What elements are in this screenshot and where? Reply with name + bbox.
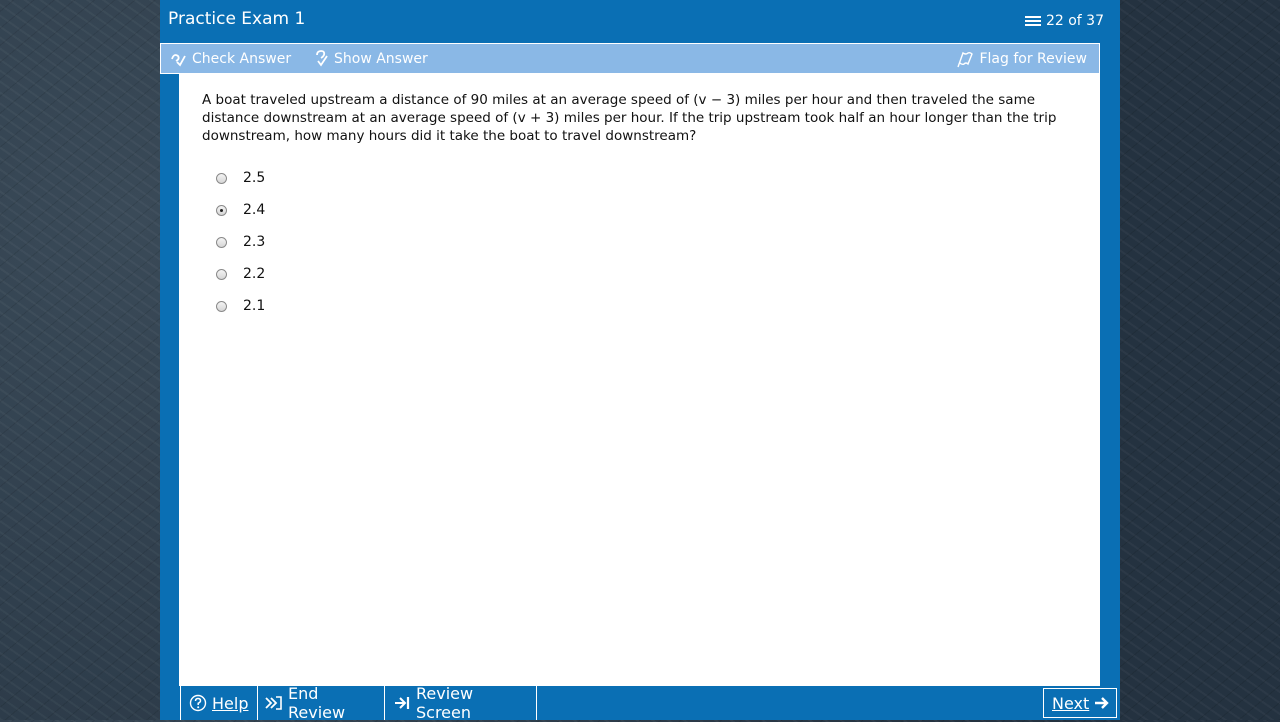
show-answer-label: Show Answer — [334, 50, 428, 67]
answer-option[interactable]: 2.1 — [216, 290, 265, 322]
end-review-button[interactable]: End Review — [257, 684, 385, 722]
end-review-label: End Review — [288, 684, 346, 722]
radio-button[interactable] — [216, 204, 227, 216]
end-review-icon — [265, 695, 283, 711]
radio-button[interactable] — [216, 268, 227, 280]
toolbar: Check Answer Show Answer Flag for Review — [160, 43, 1100, 74]
flag-for-review-button[interactable]: Flag for Review — [956, 44, 1087, 73]
next-label: Next — [1052, 693, 1090, 713]
bottom-bar: Help End Review Review Screen Next — [160, 684, 1120, 722]
question-counter: 22 of 37 — [1024, 13, 1104, 29]
flag-icon — [956, 50, 974, 68]
show-answer-icon — [313, 49, 329, 68]
review-screen-label: Review Screen — [416, 684, 474, 722]
answer-option[interactable]: 2.2 — [216, 258, 265, 290]
next-button[interactable]: Next — [1043, 688, 1117, 718]
review-screen-icon — [393, 695, 411, 711]
question-text: A boat traveled upstream a distance of 9… — [202, 92, 1057, 144]
radio-button[interactable] — [216, 172, 227, 184]
option-label: 2.1 — [243, 298, 266, 314]
answer-option[interactable]: 2.5 — [216, 162, 265, 194]
exam-title: Practice Exam 1 — [168, 9, 306, 29]
title-bar: Practice Exam 1 22 of 37 — [160, 0, 1120, 42]
option-label: 2.4 — [243, 202, 266, 218]
counter-text: 22 of 37 — [1045, 13, 1104, 29]
check-answer-icon — [169, 50, 187, 68]
answer-option[interactable]: 2.3 — [216, 226, 265, 258]
option-label: 2.2 — [243, 266, 266, 282]
help-label: Help — [212, 693, 249, 713]
answer-options: 2.5 2.4 2.3 2.2 2.1 — [216, 162, 265, 322]
arrow-right-icon — [1094, 695, 1110, 711]
list-icon — [1024, 15, 1042, 27]
check-answer-button[interactable]: Check Answer — [169, 44, 291, 73]
check-answer-label: Check Answer — [192, 50, 292, 67]
option-label: 2.5 — [243, 170, 266, 186]
radio-button[interactable] — [216, 300, 227, 312]
question-panel: A boat traveled upstream a distance of 9… — [179, 74, 1100, 686]
show-answer-button[interactable]: Show Answer — [313, 44, 428, 73]
option-label: 2.3 — [243, 234, 266, 250]
review-screen-button[interactable]: Review Screen — [385, 684, 537, 722]
flag-for-review-label: Flag for Review — [979, 50, 1087, 67]
answer-option[interactable]: 2.4 — [216, 194, 265, 226]
help-button[interactable]: Help — [180, 686, 258, 720]
exam-window: Practice Exam 1 22 of 37 Check Answer Sh… — [160, 0, 1120, 722]
help-circle-icon — [189, 694, 207, 712]
radio-button[interactable] — [216, 236, 227, 248]
